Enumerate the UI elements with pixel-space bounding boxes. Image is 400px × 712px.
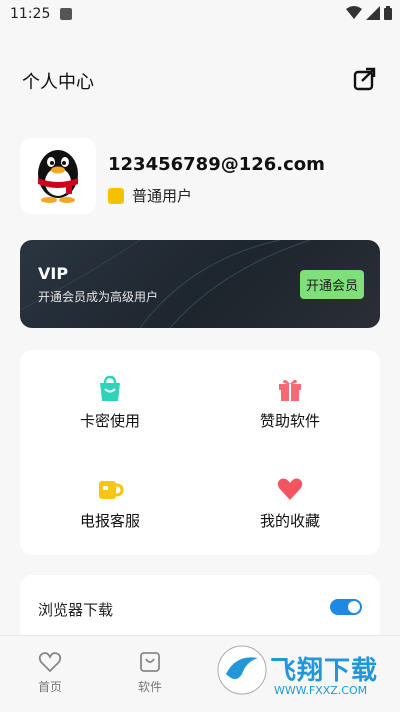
watermark: 飞翔下载 WWW.FXXZ.COM bbox=[214, 640, 390, 702]
user-role: 普通用户 bbox=[108, 185, 192, 206]
grid-item-favorites[interactable]: 我的收藏 bbox=[200, 450, 380, 540]
vip-title: VIP bbox=[38, 264, 69, 283]
user-email: 123456789@126.com bbox=[108, 154, 325, 175]
tab-software[interactable]: 软件 bbox=[110, 650, 190, 700]
watermark-logo-icon bbox=[217, 645, 267, 695]
vip-card[interactable]: VIP 开通会员成为高级用户 开通会员 bbox=[20, 240, 380, 328]
feature-grid: 卡密使用 赞助软件 电报客服 我的收藏 bbox=[20, 350, 380, 555]
cup-icon bbox=[99, 481, 124, 499]
toggle-knob bbox=[348, 601, 360, 613]
user-role-label: 普通用户 bbox=[132, 187, 193, 205]
grid-item-label: 卡密使用 bbox=[79, 412, 140, 430]
status-icons bbox=[346, 6, 392, 20]
member-level-icon bbox=[108, 187, 124, 204]
battery-icon bbox=[384, 6, 392, 20]
grid-item-label: 赞助软件 bbox=[259, 412, 320, 430]
gift-icon bbox=[279, 379, 301, 401]
avatar[interactable] bbox=[20, 138, 96, 214]
vip-subtitle: 开通会员成为高级用户 bbox=[38, 290, 159, 304]
grid-item-telegram-support[interactable]: 电报客服 bbox=[20, 450, 200, 540]
browser-download-toggle[interactable] bbox=[330, 599, 362, 615]
profile-section: 123456789@126.com 普通用户 bbox=[20, 138, 380, 218]
bag-outline-icon bbox=[140, 652, 160, 672]
tab-label: 软件 bbox=[137, 680, 162, 694]
status-time: 11:25 bbox=[10, 6, 51, 22]
browser-download-label: 浏览器下载 bbox=[38, 601, 114, 619]
header: 个人中心 bbox=[0, 60, 400, 100]
grid-item-card-key[interactable]: 卡密使用 bbox=[20, 350, 200, 440]
grid-item-sponsor[interactable]: 赞助软件 bbox=[200, 350, 380, 440]
status-bar: 11:25 bbox=[0, 0, 400, 28]
share-button[interactable] bbox=[352, 66, 378, 92]
signal-icon bbox=[366, 6, 380, 20]
open-membership-button[interactable]: 开通会员 bbox=[299, 270, 364, 299]
share-icon bbox=[353, 67, 376, 91]
notification-icon bbox=[60, 8, 72, 20]
grid-item-label: 电报客服 bbox=[79, 512, 140, 530]
bag-icon bbox=[100, 375, 120, 401]
wifi-icon bbox=[346, 6, 362, 19]
grid-item-label: 我的收藏 bbox=[259, 512, 320, 530]
watermark-url: WWW.FXXZ.COM bbox=[274, 684, 368, 697]
tab-label: 首页 bbox=[37, 680, 62, 694]
heart-outline-icon bbox=[38, 652, 62, 673]
heart-icon bbox=[277, 478, 303, 500]
tab-home[interactable]: 首页 bbox=[10, 650, 90, 700]
page-title: 个人中心 bbox=[22, 72, 94, 93]
qq-penguin-icon bbox=[38, 150, 78, 203]
watermark-text: 飞翔下载 bbox=[270, 656, 379, 686]
